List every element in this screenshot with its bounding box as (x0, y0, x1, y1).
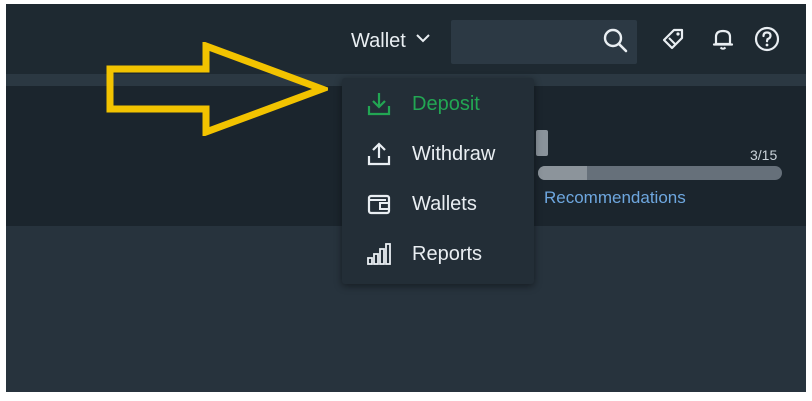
help-button[interactable] (752, 26, 782, 56)
menu-item-label: Wallets (412, 192, 477, 215)
bell-icon (710, 26, 736, 57)
search-button[interactable] (599, 26, 631, 58)
search-input[interactable] (451, 20, 611, 64)
download-icon (364, 89, 394, 119)
search-box (451, 20, 637, 64)
progress-bar (538, 166, 782, 180)
recommendations-link[interactable]: Recommendations (544, 188, 686, 208)
upload-icon (364, 139, 394, 169)
bar-chart-icon (364, 239, 394, 269)
progress-bar-fill (538, 166, 587, 180)
wallet-dropdown-menu: Deposit Withdraw Wallets Reports (342, 78, 534, 284)
promo-icon (660, 26, 686, 57)
promo-button[interactable] (658, 26, 688, 56)
menu-item-label: Reports (412, 242, 483, 265)
chevron-down-icon (414, 29, 432, 53)
menu-item-reports[interactable]: Reports (342, 232, 534, 276)
annotation-arrow (106, 42, 328, 136)
menu-item-wallets[interactable]: Wallets (342, 182, 534, 226)
wallet-dropdown-button[interactable]: Wallet (351, 26, 432, 56)
menu-item-withdraw[interactable]: Withdraw (342, 132, 534, 176)
progress-counter: 3/15 (750, 147, 778, 163)
search-icon (601, 26, 629, 59)
scrollbar-thumb[interactable] (536, 130, 548, 156)
app-window: Wallet 3/15 Recommendations Deposit With… (6, 4, 806, 392)
help-icon (753, 25, 781, 58)
notifications-button[interactable] (708, 26, 738, 56)
menu-item-deposit[interactable]: Deposit (342, 82, 534, 126)
wallet-dropdown-label: Wallet (351, 29, 406, 52)
menu-item-label: Deposit (412, 92, 480, 115)
menu-item-label: Withdraw (412, 142, 496, 165)
wallet-icon (364, 189, 394, 219)
